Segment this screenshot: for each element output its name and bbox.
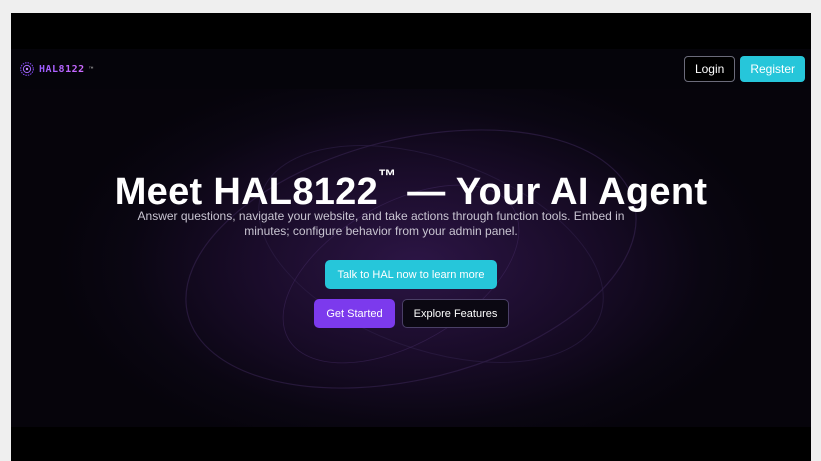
hero-title: Meet HAL8122™ — Your AI Agent bbox=[11, 166, 811, 214]
hero-section: Meet HAL8122™ — Your AI Agent Answer que… bbox=[11, 89, 811, 427]
hero-title-trademark: ™ bbox=[378, 166, 397, 187]
hero-title-main: Meet HAL8122 bbox=[114, 171, 379, 213]
logo[interactable]: HAL8122 ™ bbox=[19, 61, 94, 77]
get-started-button[interactable]: Get Started bbox=[314, 299, 395, 328]
swirl-background bbox=[185, 129, 637, 389]
logo-trademark: ™ bbox=[88, 66, 94, 72]
talk-to-hal-button[interactable]: Talk to HAL now to learn more bbox=[325, 260, 497, 289]
hero-subtitle: Answer questions, navigate your website,… bbox=[137, 209, 625, 238]
logo-text: HAL8122 bbox=[39, 63, 85, 75]
gear-ring-icon bbox=[20, 62, 34, 76]
explore-features-button[interactable]: Explore Features bbox=[402, 299, 509, 328]
page-frame: HAL8122 ™ Login Register Meet HAL8122™ —… bbox=[11, 13, 811, 461]
nav-buttons: Login Register bbox=[683, 56, 805, 82]
navbar: HAL8122 ™ Login Register bbox=[11, 49, 811, 89]
login-button[interactable]: Login bbox=[683, 56, 736, 82]
hero-title-rest: — Your AI Agent bbox=[396, 171, 708, 213]
register-button[interactable]: Register bbox=[740, 56, 805, 82]
